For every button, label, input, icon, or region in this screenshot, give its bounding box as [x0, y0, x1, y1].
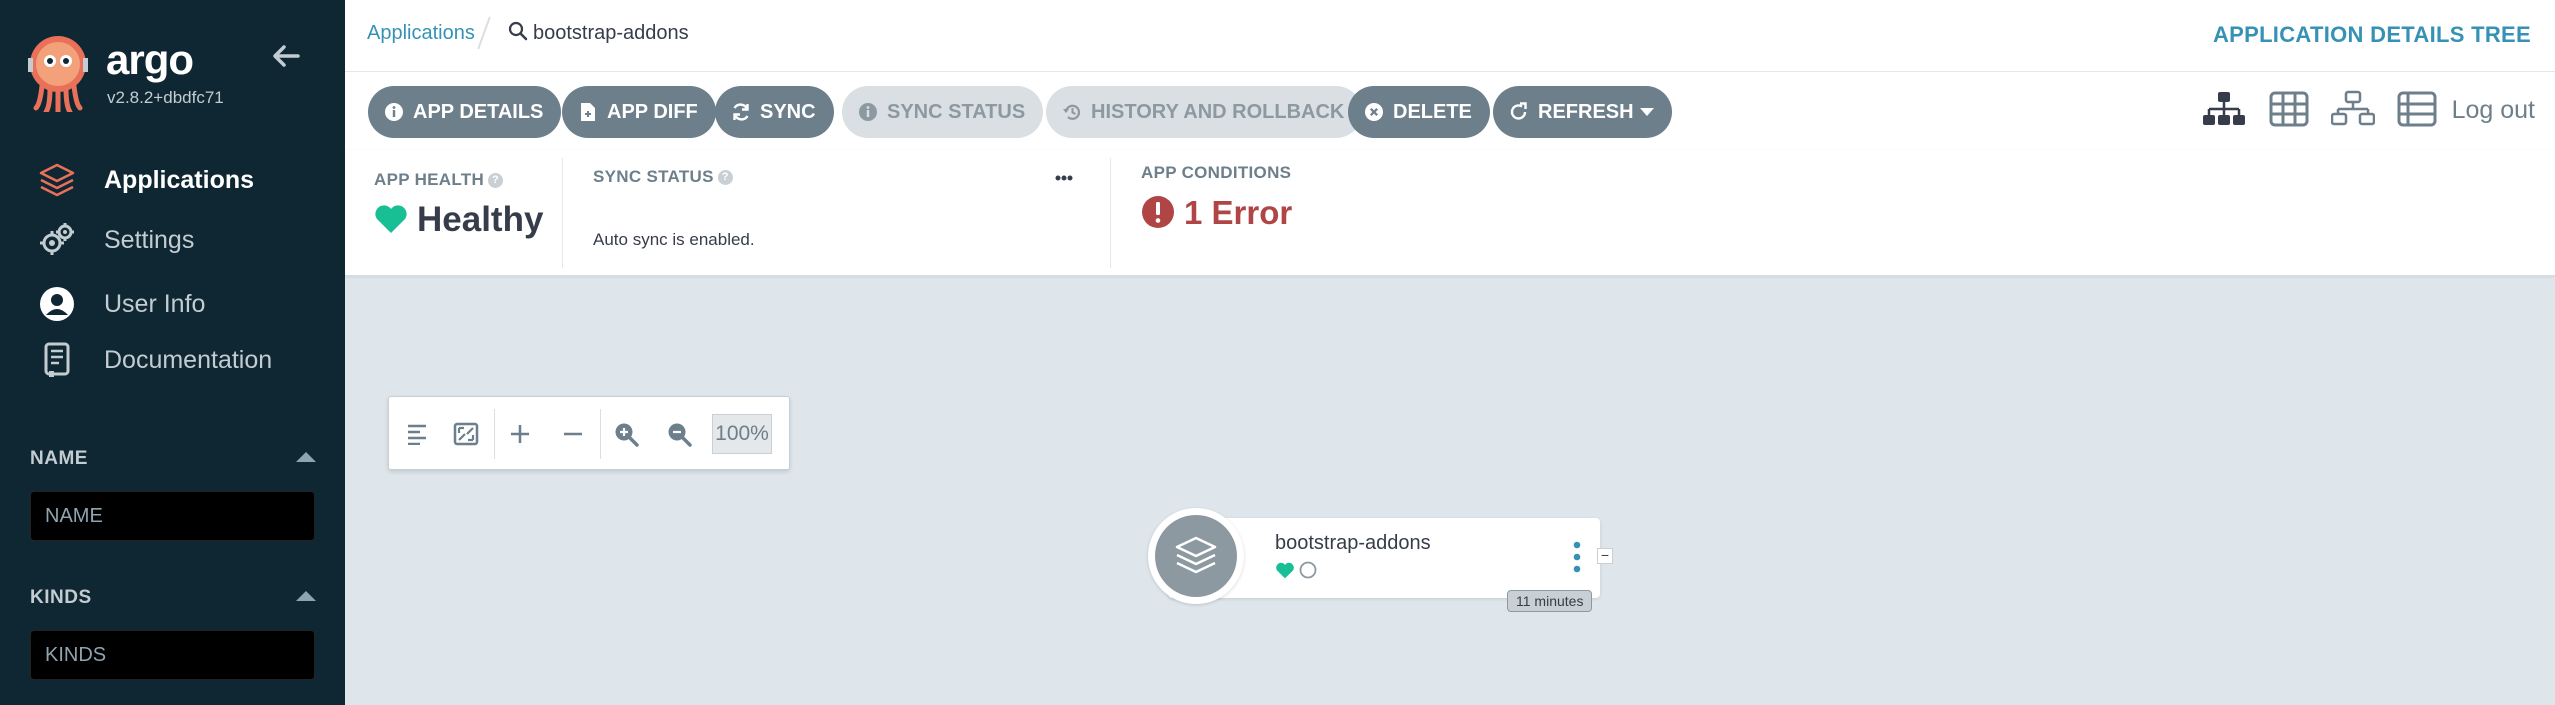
logout-link[interactable]: Log out	[2452, 96, 2535, 125]
filter-title-kinds: KINDS	[30, 587, 92, 608]
layers-icon	[1155, 515, 1237, 597]
caret-down-icon	[1639, 108, 1654, 116]
times-circle-icon	[1364, 102, 1384, 122]
brand-name: argo	[106, 36, 194, 83]
pods-view-icon[interactable]	[2267, 90, 2311, 128]
sidebar-item-label: User Info	[104, 289, 206, 318]
app-details-button[interactable]: APP DETAILS	[368, 86, 562, 138]
expand-icon[interactable]	[501, 415, 539, 453]
fit-to-screen-icon[interactable]	[447, 415, 485, 453]
sidebar-item-label: Documentation	[104, 345, 273, 374]
delete-button[interactable]: DELETE	[1348, 86, 1490, 138]
auto-sync-message: Auto sync is enabled.	[593, 230, 755, 249]
gears-icon	[38, 221, 76, 259]
sidebar-item-applications[interactable]: Applications	[0, 154, 345, 206]
app-version: v2.8.2+dbdfc71	[107, 88, 224, 107]
help-icon[interactable]: ?	[488, 173, 504, 189]
button-label: SYNC STATUS	[887, 100, 1026, 123]
network-view-icon[interactable]	[2331, 90, 2375, 128]
app-conditions-value[interactable]: 1 Error	[1184, 194, 1292, 232]
graph-toolbar: 100%	[388, 396, 790, 470]
app-conditions-label: APP CONDITIONS	[1141, 163, 1292, 182]
info-icon	[384, 102, 404, 122]
search-icon[interactable]	[508, 21, 528, 41]
collapse-kinds-filter-icon[interactable]	[296, 591, 316, 601]
button-label: APP DETAILS	[413, 100, 544, 123]
button-label: REFRESH	[1538, 100, 1634, 123]
book-icon	[38, 341, 76, 379]
tree-view-icon[interactable]	[2202, 90, 2246, 128]
button-label: HISTORY AND ROLLBACK	[1091, 100, 1345, 123]
sync-status-button[interactable]: SYNC STATUS	[842, 86, 1044, 138]
sidebar-item-label: Applications	[104, 165, 255, 194]
history-and-rollback-button[interactable]: HISTORY AND ROLLBACK	[1046, 86, 1363, 138]
node-menu-icon[interactable]	[1572, 540, 1582, 574]
align-left-icon[interactable]	[399, 415, 437, 453]
zoom-in-icon[interactable]	[607, 415, 645, 453]
history-icon	[1062, 102, 1082, 122]
top-bar: Applications bootstrap-addons APPLICATIO…	[345, 0, 2555, 72]
sidebar-item-label: Settings	[104, 225, 195, 254]
button-label: APP DIFF	[607, 100, 698, 123]
application-node-status	[1275, 560, 1317, 580]
redo-icon	[1509, 102, 1529, 122]
heart-icon	[375, 205, 407, 233]
sync-icon	[731, 102, 751, 122]
name-filter-input[interactable]	[30, 491, 315, 541]
breadcrumb-applications-link[interactable]: Applications	[367, 22, 475, 45]
exclamation-circle-icon[interactable]	[1141, 195, 1175, 229]
sync-status-label-text: SYNC STATUS	[593, 167, 714, 186]
toolbar: APP DETAILS APP DIFF SYNC SYNC STATUS HI…	[345, 72, 2555, 150]
sidebar-item-documentation[interactable]: Documentation	[0, 334, 345, 386]
help-icon[interactable]: ?	[717, 170, 733, 186]
info-icon	[858, 102, 878, 122]
app-diff-button[interactable]: APP DIFF	[562, 86, 716, 138]
breadcrumb-separator	[477, 16, 491, 50]
page-title: APPLICATION DETAILS TREE	[2212, 22, 2531, 47]
user-circle-icon	[38, 285, 76, 323]
sidebar-item-settings[interactable]: Settings	[0, 214, 345, 266]
collapse-sidebar-icon[interactable]	[268, 38, 304, 74]
divider	[494, 409, 495, 459]
refresh-button[interactable]: REFRESH	[1493, 86, 1672, 138]
app-status-panel: APP HEALTH? Healthy SYNC STATUS? Auto sy…	[345, 150, 2555, 276]
file-icon	[578, 102, 598, 122]
sync-button[interactable]: SYNC	[715, 86, 834, 138]
app-health-label-text: APP HEALTH	[374, 170, 485, 189]
button-label: DELETE	[1393, 100, 1472, 123]
application-node-icon-container[interactable]	[1148, 508, 1244, 604]
app-health-value: Healthy	[417, 200, 544, 239]
filter-title-name: NAME	[30, 448, 88, 469]
divider	[1110, 158, 1111, 268]
application-node-name[interactable]: bootstrap-addons	[1275, 532, 1431, 555]
application-node-age: 11 minutes	[1507, 590, 1593, 612]
button-label: SYNC	[760, 100, 816, 123]
divider	[600, 409, 601, 459]
collapse-icon[interactable]	[554, 415, 592, 453]
more-options-icon[interactable]	[1055, 175, 1073, 181]
divider	[562, 158, 563, 268]
list-view-icon[interactable]	[2395, 90, 2439, 128]
layers-icon	[38, 161, 76, 199]
zoom-out-icon[interactable]	[660, 415, 698, 453]
heart-icon	[1276, 562, 1294, 578]
sync-unknown-circle-icon	[1299, 561, 1317, 579]
app-health-label: APP HEALTH?	[374, 170, 504, 190]
sync-status-label: SYNC STATUS?	[593, 167, 733, 187]
node-collapse-button[interactable]: −	[1597, 548, 1613, 564]
zoom-level: 100%	[712, 414, 772, 454]
kinds-filter-input[interactable]	[30, 630, 315, 680]
breadcrumb-current-app[interactable]: bootstrap-addons	[533, 22, 689, 45]
sidebar: argo v2.8.2+dbdfc71 Applications Setting…	[0, 0, 345, 705]
collapse-name-filter-icon[interactable]	[296, 452, 316, 462]
argo-logo-icon[interactable]	[28, 34, 88, 112]
sidebar-item-user-info[interactable]: User Info	[0, 278, 345, 330]
